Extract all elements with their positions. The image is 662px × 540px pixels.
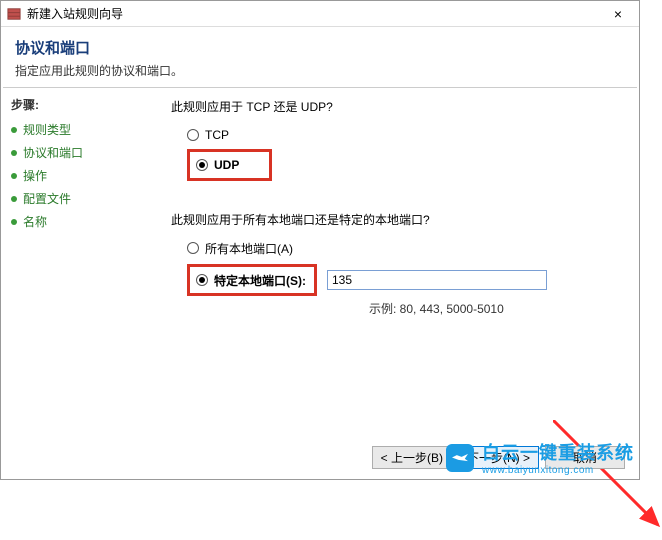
next-button[interactable]: 下一步(N) > <box>458 446 539 469</box>
all-ports-label: 所有本地端口(A) <box>205 240 293 257</box>
bullet-icon <box>11 150 17 156</box>
tcp-label: TCP <box>205 128 229 142</box>
bullet-icon <box>11 196 17 202</box>
ports-input[interactable] <box>327 270 547 290</box>
wizard-window: 新建入站规则向导 × 协议和端口 指定应用此规则的协议和端口。 步骤: 规则类型… <box>0 0 640 480</box>
radio-icon <box>196 159 208 171</box>
step-label: 名称 <box>23 213 47 230</box>
ports-example: 示例: 80, 443, 5000-5010 <box>369 300 619 317</box>
radio-icon <box>187 129 199 141</box>
tcp-option[interactable]: TCP <box>187 125 619 145</box>
cancel-button[interactable]: 取消 <box>545 446 625 469</box>
ports-radiogroup: 所有本地端口(A) <box>187 238 619 258</box>
ports-question: 此规则应用于所有本地端口还是特定的本地端口? <box>171 211 619 228</box>
step-rule-type[interactable]: 规则类型 <box>11 121 151 138</box>
specific-ports-option[interactable]: 特定本地端口(S): <box>196 270 306 290</box>
page-title: 协议和端口 <box>15 37 625 58</box>
content-pane: 此规则应用于 TCP 还是 UDP? TCP UDP 此规则应用于所有本地端口还… <box>161 88 639 458</box>
bullet-icon <box>11 219 17 225</box>
steps-sidebar: 步骤: 规则类型 协议和端口 操作 配置文件 名称 <box>1 88 161 458</box>
specific-ports-label: 特定本地端口(S): <box>214 272 306 289</box>
wizard-body: 步骤: 规则类型 协议和端口 操作 配置文件 名称 此规则应用于 TCP 还是 … <box>1 88 639 458</box>
wizard-header: 协议和端口 指定应用此规则的协议和端口。 <box>1 27 639 87</box>
page-subtitle: 指定应用此规则的协议和端口。 <box>15 62 625 79</box>
step-action[interactable]: 操作 <box>11 167 151 184</box>
step-name[interactable]: 名称 <box>11 213 151 230</box>
protocol-radiogroup: TCP UDP <box>187 125 619 181</box>
annotation-arrow-icon <box>553 420 662 540</box>
protocol-question: 此规则应用于 TCP 还是 UDP? <box>171 98 619 115</box>
step-protocol-ports[interactable]: 协议和端口 <box>11 144 151 161</box>
wizard-footer: < 上一步(B) 下一步(N) > 取消 <box>372 446 625 469</box>
bullet-icon <box>11 173 17 179</box>
highlight-udp: UDP <box>187 149 272 181</box>
udp-label: UDP <box>214 158 239 172</box>
close-button[interactable]: × <box>603 6 633 22</box>
step-label: 操作 <box>23 167 47 184</box>
all-ports-option[interactable]: 所有本地端口(A) <box>187 238 619 258</box>
step-label: 规则类型 <box>23 121 71 138</box>
step-label: 协议和端口 <box>23 144 83 161</box>
radio-icon <box>187 242 199 254</box>
specific-ports-row: 特定本地端口(S): <box>187 264 619 296</box>
firewall-icon <box>7 7 21 21</box>
step-label: 配置文件 <box>23 190 71 207</box>
radio-icon <box>196 274 208 286</box>
steps-heading: 步骤: <box>11 96 151 113</box>
highlight-specific-ports: 特定本地端口(S): <box>187 264 317 296</box>
udp-option[interactable]: UDP <box>196 155 239 175</box>
titlebar: 新建入站规则向导 × <box>1 1 639 27</box>
back-button[interactable]: < 上一步(B) <box>372 446 452 469</box>
window-title: 新建入站规则向导 <box>27 5 603 22</box>
step-profile[interactable]: 配置文件 <box>11 190 151 207</box>
bullet-icon <box>11 127 17 133</box>
